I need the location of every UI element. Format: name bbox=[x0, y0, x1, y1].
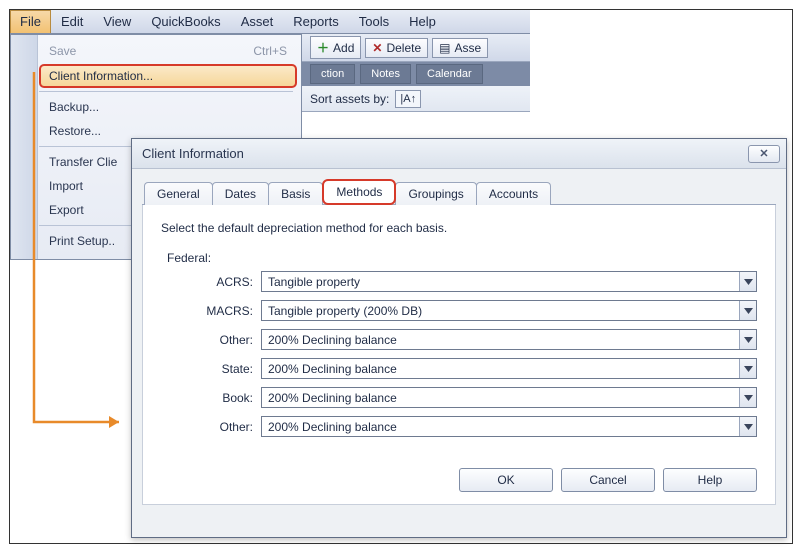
tab-dates[interactable]: Dates bbox=[212, 182, 269, 205]
tab-basis[interactable]: Basis bbox=[268, 182, 323, 205]
help-button[interactable]: Help bbox=[663, 468, 757, 492]
toolbar-add-label: Add bbox=[333, 41, 354, 55]
other2-value: 200% Declining balance bbox=[268, 420, 397, 434]
menu-edit[interactable]: Edit bbox=[51, 10, 93, 33]
file-menu-export-label: Export bbox=[49, 203, 84, 217]
dialog-body: Select the default depreciation method f… bbox=[142, 205, 776, 505]
file-menu-print-setup-label: Print Setup.. bbox=[49, 234, 115, 248]
menu-separator bbox=[39, 91, 293, 92]
dialog-description: Select the default depreciation method f… bbox=[161, 221, 757, 235]
toolbar-asset-button[interactable]: ▤ Asse bbox=[432, 38, 488, 58]
acrs-value: Tangible property bbox=[268, 275, 360, 289]
file-menu-save-label: Save bbox=[49, 44, 76, 58]
file-menu-backup-label: Backup... bbox=[49, 100, 99, 114]
dialog-button-row: OK Cancel Help bbox=[459, 468, 757, 492]
menu-help[interactable]: Help bbox=[399, 10, 446, 33]
menu-quickbooks[interactable]: QuickBooks bbox=[141, 10, 230, 33]
state-value: 200% Declining balance bbox=[268, 362, 397, 376]
file-menu-save-shortcut: Ctrl+S bbox=[253, 44, 287, 58]
other1-select[interactable]: 200% Declining balance bbox=[261, 329, 757, 350]
menu-file[interactable]: File bbox=[10, 10, 51, 33]
ok-button[interactable]: OK bbox=[459, 468, 553, 492]
tab-groupings[interactable]: Groupings bbox=[395, 182, 476, 205]
chevron-down-icon bbox=[739, 301, 756, 320]
macrs-label: MACRS: bbox=[161, 304, 261, 318]
federal-group-label: Federal: bbox=[161, 251, 757, 265]
acrs-select[interactable]: Tangible property bbox=[261, 271, 757, 292]
chevron-down-icon bbox=[739, 417, 756, 436]
dialog-tabstrip: General Dates Basis Methods Groupings Ac… bbox=[132, 169, 786, 205]
macrs-select[interactable]: Tangible property (200% DB) bbox=[261, 300, 757, 321]
menubar: File Edit View QuickBooks Asset Reports … bbox=[10, 10, 530, 34]
sort-label: Sort assets by: bbox=[310, 92, 389, 106]
menu-asset[interactable]: Asset bbox=[231, 10, 284, 33]
file-menu-client-information[interactable]: Client Information... bbox=[39, 64, 297, 88]
state-label: State: bbox=[161, 362, 261, 376]
menu-tools[interactable]: Tools bbox=[349, 10, 399, 33]
close-icon: ✕ bbox=[759, 147, 768, 160]
file-menu-restore-label: Restore... bbox=[49, 124, 101, 138]
tab-methods[interactable]: Methods bbox=[322, 179, 396, 205]
chevron-down-icon bbox=[739, 359, 756, 378]
menu-view[interactable]: View bbox=[93, 10, 141, 33]
chevron-down-icon bbox=[739, 272, 756, 291]
book-label: Book: bbox=[161, 391, 261, 405]
subtab-calendar[interactable]: Calendar bbox=[416, 64, 483, 84]
file-menu-import-label: Import bbox=[49, 179, 83, 193]
sort-az-icon[interactable]: |A↑ bbox=[395, 90, 421, 108]
toolbar-add-button[interactable]: ＋ Add bbox=[310, 36, 361, 59]
subtab-action[interactable]: ction bbox=[310, 64, 355, 84]
toolbar-delete-label: Delete bbox=[386, 41, 421, 55]
file-menu-client-info-label: Client Information... bbox=[49, 69, 153, 83]
book-value: 200% Declining balance bbox=[268, 391, 397, 405]
plus-icon: ＋ bbox=[317, 39, 329, 56]
state-select[interactable]: 200% Declining balance bbox=[261, 358, 757, 379]
other2-select[interactable]: 200% Declining balance bbox=[261, 416, 757, 437]
cancel-button[interactable]: Cancel bbox=[561, 468, 655, 492]
close-button[interactable]: ✕ bbox=[748, 145, 780, 163]
tab-accounts[interactable]: Accounts bbox=[476, 182, 551, 205]
dialog-titlebar: Client Information ✕ bbox=[132, 139, 786, 169]
chevron-down-icon bbox=[739, 388, 756, 407]
other1-value: 200% Declining balance bbox=[268, 333, 397, 347]
other2-label: Other: bbox=[161, 420, 261, 434]
file-menu-backup[interactable]: Backup... bbox=[39, 95, 301, 119]
file-menu-save: Save Ctrl+S bbox=[39, 39, 301, 63]
dialog-title: Client Information bbox=[142, 146, 244, 161]
toolbar-asset-label: Asse bbox=[454, 41, 481, 55]
toolbar-delete-button[interactable]: ✕ Delete bbox=[365, 38, 428, 58]
x-icon: ✕ bbox=[372, 41, 382, 55]
document-icon: ▤ bbox=[439, 41, 450, 55]
other1-label: Other: bbox=[161, 333, 261, 347]
file-menu-transfer-label: Transfer Clie bbox=[49, 155, 117, 169]
macrs-value: Tangible property (200% DB) bbox=[268, 304, 422, 318]
acrs-label: ACRS: bbox=[161, 275, 261, 289]
menu-reports[interactable]: Reports bbox=[283, 10, 349, 33]
client-information-dialog: Client Information ✕ General Dates Basis… bbox=[131, 138, 787, 538]
book-select[interactable]: 200% Declining balance bbox=[261, 387, 757, 408]
subtab-notes[interactable]: Notes bbox=[360, 64, 411, 84]
tab-general[interactable]: General bbox=[144, 182, 213, 205]
chevron-down-icon bbox=[739, 330, 756, 349]
